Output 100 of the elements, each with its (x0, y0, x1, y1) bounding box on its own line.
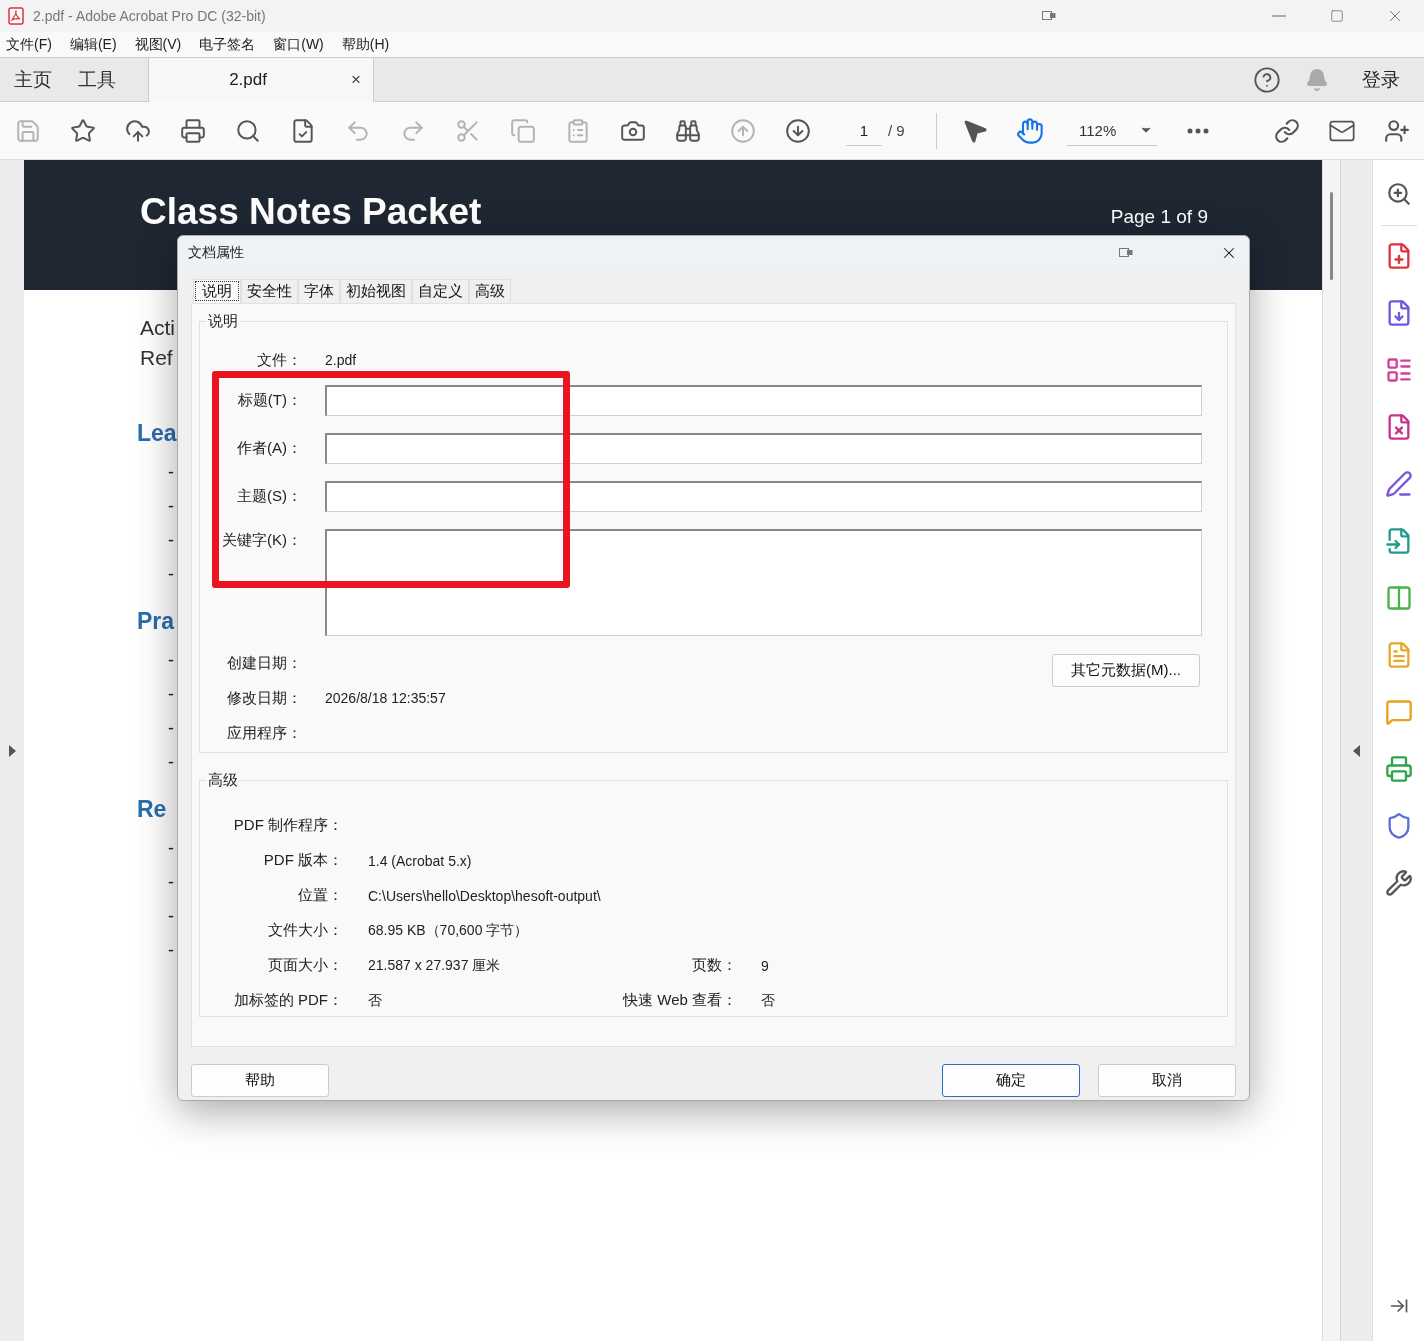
copy-icon (509, 117, 536, 144)
dialog-button[interactable]: 取消 (1098, 1064, 1236, 1097)
property-label: PDF 版本： (262, 850, 343, 870)
bullet-dash: - (168, 495, 174, 518)
dialog-tab[interactable]: 高级 (469, 279, 511, 303)
body-text: Acti (140, 315, 175, 341)
printer-icon (179, 117, 206, 144)
layout-icon (1384, 356, 1413, 384)
star-icon (69, 117, 96, 144)
wrench-icon (1384, 869, 1413, 897)
property-value: 21.587 x 27.937 厘米 (367, 955, 502, 975)
nav-tab[interactable]: 工具 (66, 58, 128, 101)
field-label: 文件： (256, 350, 302, 370)
dialog-tab[interactable]: 安全性 (241, 279, 298, 303)
dialog-button[interactable]: 帮助 (191, 1064, 329, 1097)
scissors-icon (454, 117, 481, 144)
field-label: 修改日期： (226, 688, 302, 708)
comment-icon (1384, 698, 1413, 726)
binoculars-icon (674, 117, 701, 144)
bullet-dash: - (168, 837, 174, 860)
bullet-dash: - (168, 529, 174, 552)
bullet-dash: - (168, 717, 174, 740)
property-value: C:\Users\hello\Desktop\hesoft-output\ (367, 886, 602, 906)
sign-in-link[interactable]: 登录 (1362, 58, 1400, 101)
bullet-dash: - (168, 461, 174, 484)
menu-item[interactable]: 窗口(W) (269, 33, 328, 56)
section-heading: Lea (137, 419, 177, 448)
section-heading: Re (137, 795, 167, 824)
page-label: Page 1 of 9 (1110, 206, 1208, 228)
columns-icon (1384, 584, 1413, 612)
file-name: 2.pdf (324, 352, 357, 368)
bullet-dash: - (168, 649, 174, 672)
group-legend: 高级 (206, 771, 240, 790)
tab-close-button[interactable]: × (351, 70, 361, 90)
property-label: PDF 制作程序： (232, 815, 343, 835)
arrow-to-line-icon (1388, 1296, 1409, 1316)
arrow-down-icon (784, 117, 811, 144)
text-field[interactable] (325, 433, 1202, 464)
help-icon (1253, 65, 1281, 94)
bullet-dash: - (168, 751, 174, 774)
group-legend: 说明 (206, 312, 240, 331)
arrow-up-icon (729, 117, 756, 144)
menu-item[interactable]: 电子签名 (195, 33, 260, 56)
zoom-dropdown[interactable]: 112% (1067, 115, 1157, 146)
menu-item[interactable]: 帮助(H) (337, 33, 394, 56)
bullet-dash: - (168, 563, 174, 586)
add-user-icon (1383, 117, 1410, 144)
document-tab[interactable]: 2.pdf × (148, 58, 374, 102)
hand-icon (1015, 116, 1044, 145)
text-field[interactable] (325, 481, 1202, 512)
property-value: 68.95 KB（70,600 字节） (367, 920, 530, 940)
menu-item[interactable]: 编辑(E) (65, 33, 121, 56)
field-label: 标题(T)： (236, 391, 302, 410)
property-label: 位置： (297, 885, 343, 905)
dialog-tab[interactable]: 说明 (193, 279, 241, 303)
dialog-tab[interactable]: 字体 (298, 279, 340, 303)
property-value: 9 (760, 956, 770, 976)
display-icon (1042, 11, 1056, 21)
property-label: 页面大小： (267, 955, 343, 975)
property-value: 1.4 (Acrobat 5.x) (367, 851, 473, 871)
nav-tab[interactable]: 主页 (2, 58, 64, 101)
printer-icon (1384, 755, 1413, 783)
dialog-tab[interactable]: 自定义 (412, 279, 469, 303)
pdf-icon (8, 7, 24, 25)
bullet-dash: - (168, 939, 174, 962)
text-field[interactable] (325, 385, 1202, 416)
page-total: / 9 (888, 122, 906, 139)
keywords-field[interactable] (325, 529, 1202, 636)
save-icon (14, 117, 41, 144)
collapse-arrow-icon[interactable] (1353, 744, 1360, 757)
page-number-field[interactable]: 1 (846, 115, 882, 146)
dialog-button[interactable]: 确定 (942, 1064, 1080, 1097)
section-heading: Pra (137, 607, 175, 636)
more-icon (1186, 127, 1209, 134)
more-metadata-button[interactable]: 其它元数据(M)... (1052, 654, 1200, 687)
pen-icon (1384, 470, 1413, 498)
window-title: 2.pdf - Adobe Acrobat Pro DC (32-bit) (33, 8, 267, 24)
property-value: 否 (367, 990, 383, 1010)
scrollbar[interactable] (1322, 160, 1340, 1341)
property-value: 否 (760, 990, 776, 1010)
dialog-tab[interactable]: 初始视图 (340, 279, 412, 303)
expand-arrow-icon[interactable] (8, 744, 16, 757)
link-icon (1273, 117, 1300, 144)
bullet-dash: - (168, 871, 174, 894)
body-text: Ref (140, 345, 173, 371)
property-label: 页数： (691, 955, 737, 975)
property-label: 加标签的 PDF： (232, 990, 343, 1010)
date-value: 2026/8/18 12:35:57 (324, 690, 446, 706)
field-label: 主题(S)： (236, 487, 302, 506)
tab-label: 2.pdf (228, 70, 268, 90)
menu-item[interactable]: 视图(V) (130, 33, 186, 56)
property-label: 快速 Web 查看： (621, 990, 737, 1010)
cloud-upload-icon (124, 117, 151, 144)
field-label: 创建日期： (226, 653, 302, 673)
property-label: 文件大小： (267, 920, 343, 940)
dialog-title: 文档属性 (188, 243, 245, 262)
field-label: 作者(A)： (236, 439, 302, 458)
field-label: 应用程序： (226, 723, 302, 743)
menu-item[interactable]: 文件(F) (2, 33, 56, 56)
document-title: Class Notes Packet (140, 191, 482, 233)
